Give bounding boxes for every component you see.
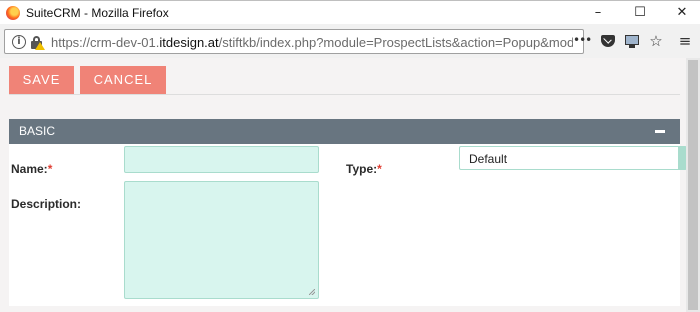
name-label-text: Name:: [11, 162, 48, 176]
basic-panel: BASIC Name:* Type:* Default Description:: [9, 119, 687, 306]
resize-grip-icon[interactable]: [309, 289, 315, 295]
url-domain: itdesign.at: [159, 35, 219, 50]
monitor-icon[interactable]: [625, 35, 639, 48]
window-title: SuiteCRM - Mozilla Firefox: [26, 6, 169, 20]
browser-navbar: i https://crm-dev-01.itdesign.at/stiftkb…: [0, 24, 700, 58]
firefox-logo-icon: [6, 6, 20, 20]
minimize-button[interactable]: –: [588, 4, 608, 22]
cancel-button[interactable]: CANCEL: [80, 66, 166, 94]
scrollbar-thumb[interactable]: [688, 60, 698, 310]
url-prefix: https://crm-dev-01.: [51, 35, 160, 50]
name-input[interactable]: [124, 146, 319, 173]
toolbar-divider: [9, 94, 680, 95]
url-bar[interactable]: i https://crm-dev-01.itdesign.at/stiftkb…: [4, 29, 584, 54]
panel-header[interactable]: BASIC: [9, 119, 680, 144]
info-icon[interactable]: i: [12, 35, 26, 49]
panel-title: BASIC: [19, 124, 56, 138]
page-scrollbar[interactable]: [686, 58, 700, 312]
bookmark-star-icon[interactable]: ☆: [647, 32, 665, 50]
collapse-icon[interactable]: [655, 130, 665, 133]
save-button[interactable]: SAVE: [9, 66, 74, 94]
lock-warning-icon[interactable]: [30, 36, 45, 50]
url-text[interactable]: https://crm-dev-01.itdesign.at/stiftkb/i…: [51, 35, 573, 50]
name-required-mark: *: [47, 162, 53, 176]
more-icon[interactable]: •••: [573, 31, 592, 49]
url-suffix: /stiftkb/index.php?module=ProspectLists&…: [218, 35, 573, 50]
window-titlebar: SuiteCRM - Mozilla Firefox – ☐ ✕: [0, 0, 700, 24]
page-content: SAVE CANCEL BASIC Name:* Type:* Default …: [0, 58, 687, 312]
name-label: Name:*: [11, 162, 52, 176]
maximize-button[interactable]: ☐: [630, 4, 650, 22]
type-label-text: Type:: [346, 162, 378, 176]
description-textarea[interactable]: [124, 181, 319, 299]
close-window-button[interactable]: ✕: [672, 4, 692, 22]
hamburger-menu-icon[interactable]: ≡: [676, 32, 694, 50]
pocket-icon[interactable]: [601, 35, 615, 47]
dropdown-arrow-icon[interactable]: [678, 147, 686, 169]
type-label: Type:*: [346, 162, 382, 176]
type-select-value: Default: [469, 152, 508, 166]
description-label: Description:: [11, 197, 82, 211]
type-required-mark: *: [377, 162, 382, 176]
type-select[interactable]: Default: [459, 146, 687, 170]
